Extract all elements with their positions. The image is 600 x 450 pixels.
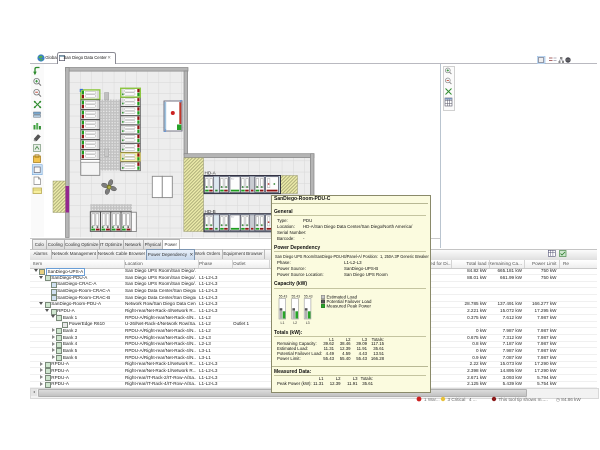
svg-text:Measured Peak Power: Measured Peak Power [327,303,372,308]
svg-text:1 War...: 1 War... [424,396,440,401]
svg-text:HD-A: HD-A [205,171,217,176]
svg-text:L1: L1 [281,321,285,325]
svg-text:This tool tip shows m...: This tool tip shows m... [499,396,546,401]
svg-text:L2: L2 [293,321,297,325]
svg-text:55.43: 55.43 [304,294,313,298]
svg-text:3 Critical: 3 Critical [448,396,466,401]
svg-text:L3: L3 [306,321,310,325]
svg-text:...: ... [544,396,548,401]
svg-text:4 ...: 4 ... [469,396,477,401]
svg-text:◷ 84.86 kW: ◷ 84.86 kW [556,396,581,401]
svg-text:55.43: 55.43 [292,294,301,298]
svg-text:HD-B: HD-B [205,209,216,214]
svg-text:55.43: 55.43 [279,294,288,298]
